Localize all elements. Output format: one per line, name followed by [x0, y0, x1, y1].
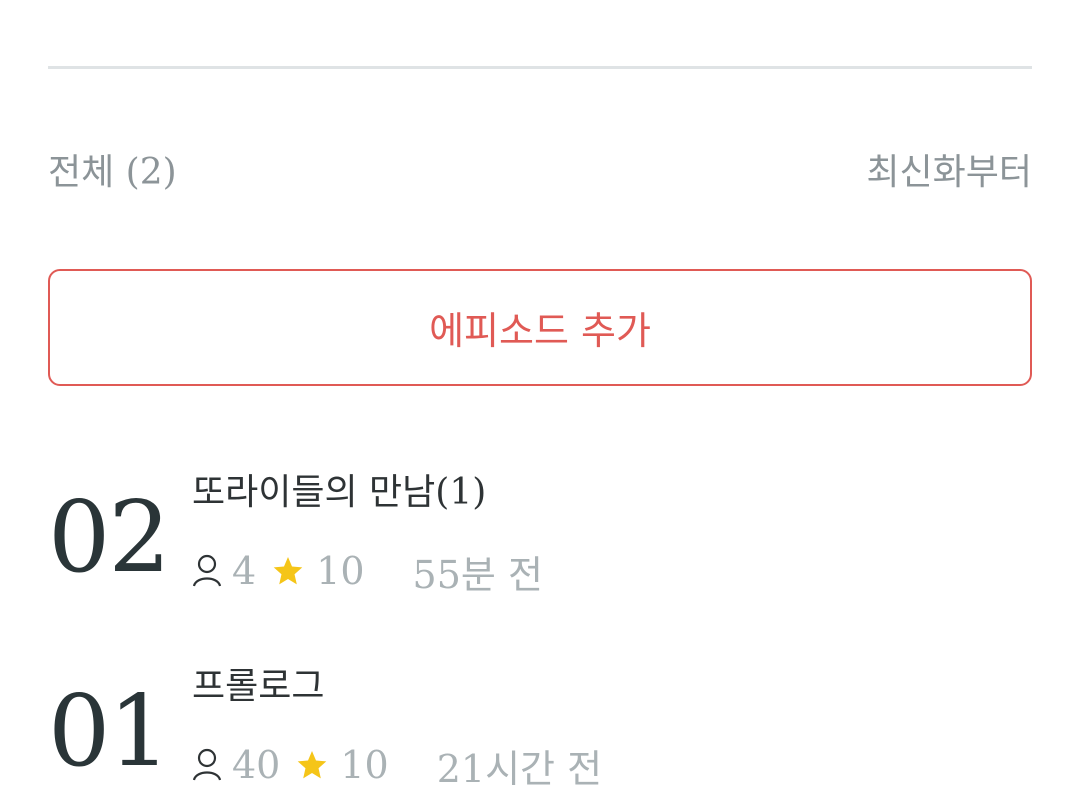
episode-row[interactable]: 02 또라이들의 만남(1) 4 10 55분 전 — [48, 468, 1032, 608]
sort-order-toggle[interactable]: 최신화부터 — [866, 148, 1032, 198]
episode-row[interactable]: 01 프롤로그 40 10 21시간 전 — [48, 662, 1032, 802]
episode-number: 02 — [48, 481, 171, 595]
episode-list-screen: 전체 (2) 최신화부터 에피소드 추가 02 또라이들의 만남(1) 4 10… — [0, 0, 1080, 810]
list-header: 전체 (2) 최신화부터 — [48, 148, 1032, 198]
episode-title: 또라이들의 만남(1) — [192, 472, 487, 513]
rating-value: 10 — [340, 743, 389, 787]
star-icon — [273, 557, 303, 585]
star-icon — [298, 751, 327, 779]
view-count: 40 — [232, 743, 281, 787]
add-episode-button[interactable]: 에피소드 추가 — [48, 269, 1032, 386]
published-time: 55분 전 — [412, 552, 543, 597]
person-icon — [192, 554, 222, 587]
add-episode-label: 에피소드 추가 — [429, 309, 651, 353]
top-divider — [48, 66, 1032, 69]
total-episode-count: 전체 (2) — [48, 152, 177, 193]
published-time: 21시간 전 — [436, 746, 603, 791]
episode-meta: 40 10 21시간 전 — [192, 740, 603, 791]
rating-value: 10 — [316, 549, 365, 593]
person-icon — [192, 748, 222, 781]
episode-meta: 4 10 55분 전 — [192, 546, 543, 597]
episode-number: 01 — [48, 675, 171, 789]
view-count: 4 — [232, 549, 257, 593]
episode-title: 프롤로그 — [192, 666, 325, 707]
